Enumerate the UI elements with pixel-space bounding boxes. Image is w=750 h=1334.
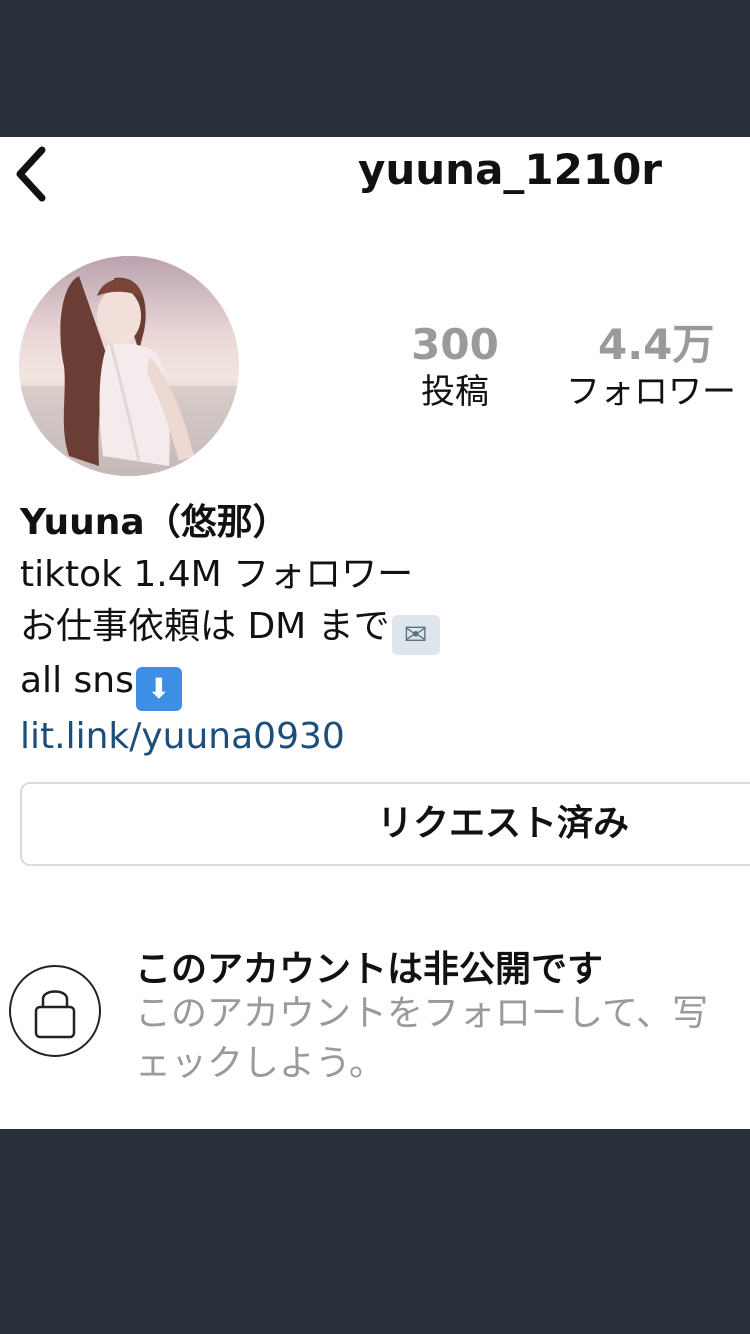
posts-stat[interactable]: 300 投稿 (395, 321, 515, 415)
avatar-photo (19, 256, 239, 476)
back-button[interactable] (10, 143, 54, 205)
top-letterbox (0, 0, 750, 137)
avatar[interactable] (19, 256, 239, 476)
bio-line-tiktok: tiktok 1.4M フォロワー (20, 554, 414, 595)
bio-line-work-text: お仕事依頼は DM まで (20, 606, 390, 647)
private-desc-line-1: このアカウントをフォローして、写 (135, 993, 709, 1034)
requested-button-label: リクエスト済み (377, 803, 630, 844)
bio-line-sns-text: all sns (20, 660, 134, 701)
followers-stat[interactable]: 4.4万 フォロワー (566, 321, 750, 415)
private-account-description: このアカウントをフォローして、写 ェックしよう。 (135, 989, 750, 1089)
followers-label: フォロワー (566, 372, 736, 412)
display-name: Yuuna（悠那） (20, 502, 289, 543)
lock-badge (9, 965, 101, 1057)
posts-label: 投稿 (421, 372, 489, 412)
chevron-left-icon (16, 146, 46, 202)
requested-button[interactable]: リクエスト済み (20, 782, 750, 866)
bio-link[interactable]: lit.link/yuuna0930 (20, 711, 740, 763)
followers-count: 4.4万 (598, 320, 715, 369)
profile-bio: Yuuna（悠那） tiktok 1.4M フォロワー お仕事依頼は DM まで… (20, 497, 740, 763)
profile-panel: yuuna_1210r 300 投稿 4.4万 フォロワー Yuuna（悠那） … (0, 137, 750, 1129)
private-desc-line-2: ェックしよう。 (135, 1043, 385, 1084)
envelope-icon: ✉ (391, 615, 440, 655)
down-arrow-icon: ⬇ (135, 667, 182, 711)
private-account-title: このアカウントは非公開です (135, 949, 604, 990)
bio-line-work: お仕事依頼は DM まで ✉ (20, 601, 740, 655)
lock-icon (34, 990, 76, 1039)
bio-line-sns: all sns ⬇ (20, 655, 740, 711)
profile-username: yuuna_1210r (357, 145, 663, 194)
posts-count: 300 (411, 320, 499, 369)
bottom-letterbox (0, 1129, 750, 1334)
